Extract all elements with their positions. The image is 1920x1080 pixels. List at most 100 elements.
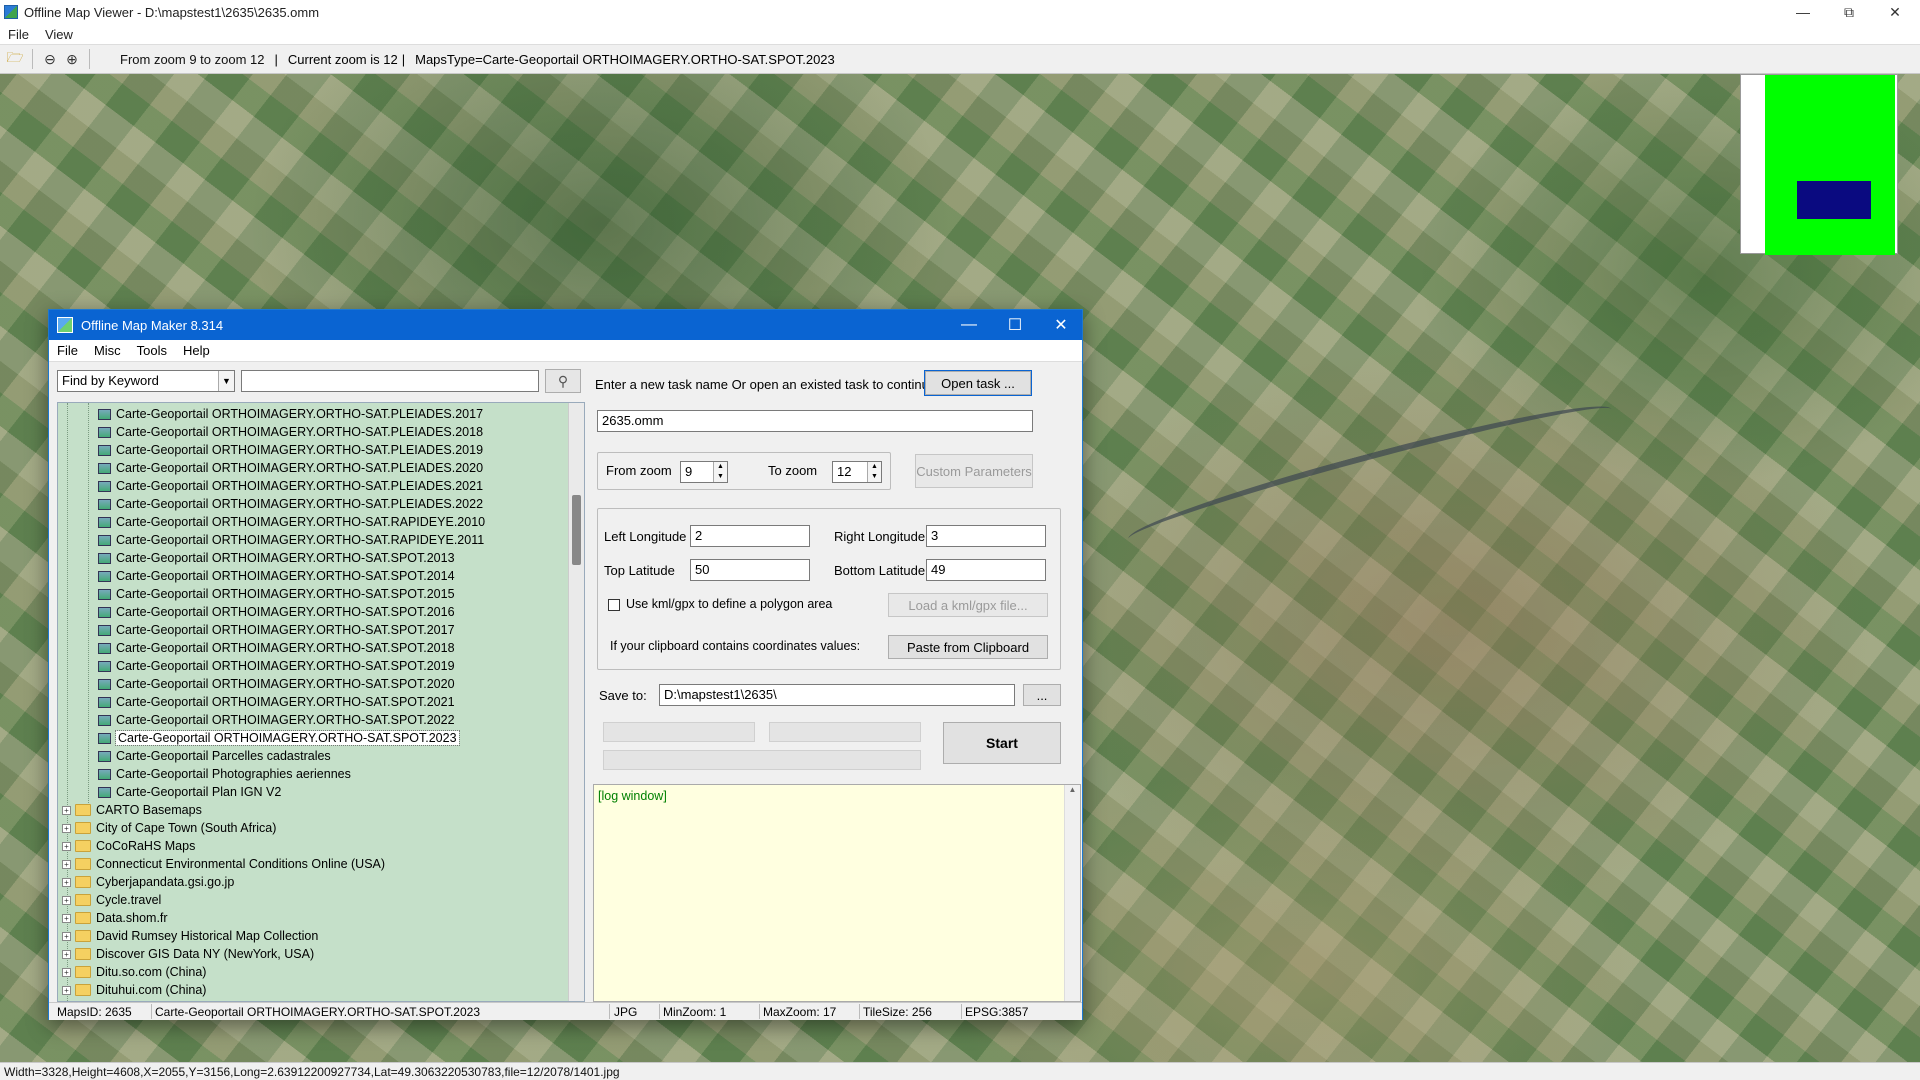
tree-folder-item[interactable]: + Discover GIS Data NY (NewYork, USA) (62, 945, 314, 963)
tree-folder-label: CARTO Basemaps (96, 803, 202, 817)
info-divider: | (401, 51, 406, 67)
tree-folder-item[interactable]: + Cyberjapandata.gsi.go.jp (62, 873, 234, 891)
maker-menu-misc[interactable]: Misc (86, 343, 129, 358)
open-folder-icon[interactable]: 🗁 (4, 48, 26, 70)
tree-scrollbar[interactable] (568, 403, 584, 1001)
tree-leaf-item[interactable]: Carte-Geoportail ORTHOIMAGERY.ORTHO-SAT.… (98, 729, 460, 747)
spinner-arrows-icon[interactable]: ▲ ▼ (867, 462, 881, 482)
tree-leaf-item[interactable]: Carte-Geoportail ORTHOIMAGERY.ORTHO-SAT.… (98, 459, 483, 477)
tree-leaf-item[interactable]: Carte-Geoportail ORTHOIMAGERY.ORTHO-SAT.… (98, 423, 483, 441)
bottom-latitude-input[interactable]: 49 (926, 559, 1046, 581)
tree-leaf-item[interactable]: Carte-Geoportail ORTHOIMAGERY.ORTHO-SAT.… (98, 711, 455, 729)
paste-clipboard-button[interactable]: Paste from Clipboard (888, 635, 1048, 659)
tree-leaf-item[interactable]: Carte-Geoportail ORTHOIMAGERY.ORTHO-SAT.… (98, 675, 455, 693)
kml-checkbox-label[interactable]: Use kml/gpx to define a polygon area (626, 597, 832, 611)
from-zoom-spinner[interactable]: 9 ▲ ▼ (680, 461, 728, 483)
from-zoom-label: From zoom (606, 463, 672, 478)
right-longitude-input[interactable]: 3 (926, 525, 1046, 547)
log-scrollbar[interactable]: ▲ (1064, 785, 1080, 1001)
expand-icon[interactable]: + (62, 949, 71, 959)
folder-icon (75, 840, 91, 852)
maker-close-icon[interactable]: ✕ (1038, 310, 1084, 340)
to-zoom-spinner[interactable]: 12 ▲ ▼ (832, 461, 882, 483)
tree-leaf-item[interactable]: Carte-Geoportail ORTHOIMAGERY.ORTHO-SAT.… (98, 639, 455, 657)
search-button[interactable]: ⚲ (545, 369, 581, 393)
top-latitude-input[interactable]: 50 (690, 559, 810, 581)
maker-maximize-icon[interactable]: ☐ (992, 310, 1038, 340)
chevron-down-icon[interactable]: ▼ (218, 371, 234, 391)
menu-file[interactable]: File (0, 27, 37, 42)
kml-checkbox[interactable] (608, 599, 620, 611)
tree-leaf-item[interactable]: Carte-Geoportail ORTHOIMAGERY.ORTHO-SAT.… (98, 405, 483, 423)
spinner-arrows-icon[interactable]: ▲ ▼ (713, 462, 727, 482)
tree-leaf-item[interactable]: Carte-Geoportail ORTHOIMAGERY.ORTHO-SAT.… (98, 657, 455, 675)
tree-leaf-item[interactable]: Carte-Geoportail ORTHOIMAGERY.ORTHO-SAT.… (98, 603, 455, 621)
toolbar-separator (32, 49, 33, 69)
zoom-in-icon[interactable]: ⊕ (61, 48, 83, 70)
map-layer-icon (98, 462, 111, 474)
tree-scroll-thumb[interactable] (572, 495, 581, 565)
open-task-button[interactable]: Open task ... (924, 370, 1032, 396)
menu-view[interactable]: View (37, 27, 81, 42)
overview-minimap[interactable] (1740, 74, 1898, 255)
expand-icon[interactable]: + (62, 805, 71, 815)
tree-folder-item[interactable]: + Dituhui.com (China) (62, 981, 206, 999)
tree-folder-label: Dituhui.com (China) (96, 983, 207, 997)
left-longitude-input[interactable]: 2 (690, 525, 810, 547)
tree-folder-item[interactable]: + Connecticut Environmental Conditions On… (62, 855, 385, 873)
expand-icon[interactable]: + (62, 823, 71, 833)
tree-leaf-item[interactable]: Carte-Geoportail ORTHOIMAGERY.ORTHO-SAT.… (98, 477, 483, 495)
restore-icon[interactable]: ⧉ (1826, 0, 1872, 24)
tree-folder-item[interactable]: + Data.shom.fr (62, 909, 168, 927)
expand-icon[interactable]: + (62, 985, 71, 995)
minimize-icon[interactable]: — (1780, 0, 1826, 24)
task-name-input[interactable]: 2635.omm (597, 410, 1033, 432)
start-button[interactable]: Start (943, 722, 1061, 764)
tree-folder-item[interactable]: + CARTO Basemaps (62, 801, 202, 819)
tree-leaf-item[interactable]: Carte-Geoportail Parcelles cadastrales (98, 747, 331, 765)
close-icon[interactable]: ✕ (1872, 0, 1918, 24)
tree-folder-item[interactable]: + City of Cape Town (South Africa) (62, 819, 276, 837)
expand-icon[interactable]: + (62, 895, 71, 905)
maker-menu-help[interactable]: Help (175, 343, 218, 358)
expand-icon[interactable]: + (62, 877, 71, 887)
expand-icon[interactable]: + (62, 931, 71, 941)
expand-icon[interactable]: + (62, 841, 71, 851)
custom-parameters-button[interactable]: Custom Parameters (915, 454, 1033, 488)
tree-leaf-label: Carte-Geoportail ORTHOIMAGERY.ORTHO-SAT.… (116, 569, 455, 583)
expand-icon[interactable]: + (62, 967, 71, 977)
tree-leaf-item[interactable]: Carte-Geoportail ORTHOIMAGERY.ORTHO-SAT.… (98, 549, 455, 567)
tree-leaf-item[interactable]: Carte-Geoportail ORTHOIMAGERY.ORTHO-SAT.… (98, 693, 455, 711)
tree-folder-item[interactable]: + CoCoRaHS Maps (62, 837, 195, 855)
tree-leaf-item[interactable]: Carte-Geoportail ORTHOIMAGERY.ORTHO-SAT.… (98, 441, 483, 459)
maps-tree[interactable]: Carte-Geoportail ORTHOIMAGERY.ORTHO-SAT.… (57, 402, 585, 1002)
tree-leaf-item[interactable]: Carte-Geoportail ORTHOIMAGERY.ORTHO-SAT.… (98, 495, 483, 513)
tree-folder-item[interactable]: + Ditu.so.com (China) (62, 963, 206, 981)
save-path-input[interactable]: D:\mapstest1\2635\ (659, 684, 1015, 706)
load-kml-button[interactable]: Load a kml/gpx file... (888, 593, 1048, 617)
expand-icon[interactable]: + (62, 913, 71, 923)
tree-leaf-label: Carte-Geoportail ORTHOIMAGERY.ORTHO-SAT.… (116, 425, 484, 439)
tree-leaf-item[interactable]: Carte-Geoportail ORTHOIMAGERY.ORTHO-SAT.… (98, 621, 455, 639)
zoom-out-icon[interactable]: ⊖ (39, 48, 61, 70)
tree-leaf-item[interactable]: Carte-Geoportail ORTHOIMAGERY.ORTHO-SAT.… (98, 567, 455, 585)
browse-button[interactable]: ... (1023, 684, 1061, 706)
maker-minimize-icon[interactable]: — (946, 310, 992, 340)
overview-viewport[interactable] (1797, 181, 1871, 219)
tree-folder-item[interactable]: + David Rumsey Historical Map Collection (62, 927, 318, 945)
tree-leaf-item[interactable]: Carte-Geoportail Plan IGN V2 (98, 783, 281, 801)
maker-menu-tools[interactable]: Tools (129, 343, 175, 358)
tree-leaf-item[interactable]: Carte-Geoportail Photographies aeriennes (98, 765, 351, 783)
log-window[interactable]: [log window] ▲ (593, 784, 1081, 1002)
map-layer-icon (98, 714, 111, 726)
search-mode-select[interactable]: Find by Keyword ▼ (57, 370, 235, 392)
map-layer-icon (98, 516, 111, 528)
tree-folder-item[interactable]: + Cycle.travel (62, 891, 161, 909)
tree-leaf-label: Carte-Geoportail ORTHOIMAGERY.ORTHO-SAT.… (116, 587, 455, 601)
tree-leaf-item[interactable]: Carte-Geoportail ORTHOIMAGERY.ORTHO-SAT.… (98, 531, 484, 549)
expand-icon[interactable]: + (62, 859, 71, 869)
tree-leaf-item[interactable]: Carte-Geoportail ORTHOIMAGERY.ORTHO-SAT.… (98, 585, 455, 603)
maker-menu-file[interactable]: File (49, 343, 86, 358)
keyword-search-input[interactable] (241, 370, 539, 392)
tree-leaf-item[interactable]: Carte-Geoportail ORTHOIMAGERY.ORTHO-SAT.… (98, 513, 485, 531)
